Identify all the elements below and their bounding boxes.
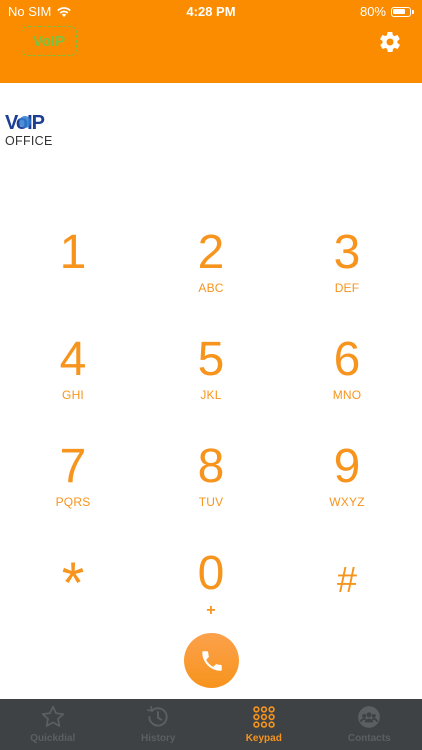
key-letters: ABC	[198, 281, 224, 295]
key-9[interactable]: 9 WXYZ	[302, 439, 392, 529]
tab-contacts[interactable]: Contacts	[317, 699, 422, 750]
key-8[interactable]: 8 TUV	[166, 439, 256, 529]
key-digit: 8	[197, 440, 225, 493]
key-letters: +	[206, 602, 216, 619]
battery-tip	[412, 9, 414, 14]
battery-icon	[391, 6, 411, 17]
battery-percent: 80%	[359, 4, 386, 19]
call-button[interactable]	[184, 633, 239, 688]
key-5[interactable]: 5 JKL	[166, 332, 256, 422]
voip-status-badge[interactable]: VoIP	[21, 26, 77, 56]
clock: 4:28 PM	[186, 4, 236, 19]
tab-keypad[interactable]: Keypad	[211, 699, 317, 750]
gear-icon[interactable]	[378, 30, 402, 54]
key-digit: 4	[59, 333, 87, 386]
key-letters: JKL	[200, 388, 222, 402]
key-letters: MNO	[332, 388, 362, 402]
voip-office-logo: VoIP OFFICE	[5, 112, 53, 148]
key-7[interactable]: 7 PQRS	[28, 439, 118, 529]
tab-label: Contacts	[347, 733, 391, 744]
bottom-tab-bar: Quickdial History Keypad Contacts	[0, 699, 422, 750]
key-digit: 1	[59, 226, 87, 279]
key-4[interactable]: 4 GHI	[28, 332, 118, 422]
key-digit: 9	[333, 440, 361, 493]
key-digit: 6	[333, 333, 361, 386]
status-bar: No SIM 4:28 PM 80%	[0, 0, 422, 22]
tab-history[interactable]: History	[106, 699, 212, 750]
key-1[interactable]: 1	[28, 225, 118, 315]
contacts-icon	[358, 706, 381, 728]
key-digit: 0	[197, 547, 225, 600]
key-digit: 5	[197, 333, 225, 386]
tab-label: History	[141, 733, 176, 744]
app-header: No SIM 4:28 PM 80% VoIP	[0, 0, 422, 83]
key-letters: DEF	[334, 281, 360, 295]
key-3[interactable]: 3 DEF	[302, 225, 392, 315]
key-pound[interactable]: #	[302, 546, 392, 636]
star-icon	[41, 705, 64, 727]
key-digit: 3	[333, 226, 361, 279]
logo-line2: OFFICE	[5, 134, 53, 148]
phone-icon	[201, 650, 222, 671]
key-6[interactable]: 6 MNO	[302, 332, 392, 422]
key-digit: 2	[197, 226, 225, 279]
tab-quickdial[interactable]: Quickdial	[0, 699, 106, 750]
key-2[interactable]: 2 ABC	[166, 225, 256, 315]
key-digit: *	[61, 551, 85, 616]
battery-group: 80%	[360, 4, 414, 19]
key-letters: GHI	[62, 388, 84, 402]
keypad-icon	[252, 706, 275, 728]
key-star[interactable]: *	[28, 546, 118, 636]
key-digit: 7	[59, 440, 87, 493]
tab-label: Quickdial	[30, 733, 76, 744]
key-0[interactable]: 0 +	[166, 546, 256, 636]
key-letters: PQRS	[55, 495, 91, 509]
history-icon	[147, 705, 168, 727]
key-letters: WXYZ	[329, 495, 365, 509]
tab-label: Keypad	[245, 733, 282, 744]
key-digit: #	[336, 559, 358, 600]
key-letters: TUV	[198, 495, 224, 509]
